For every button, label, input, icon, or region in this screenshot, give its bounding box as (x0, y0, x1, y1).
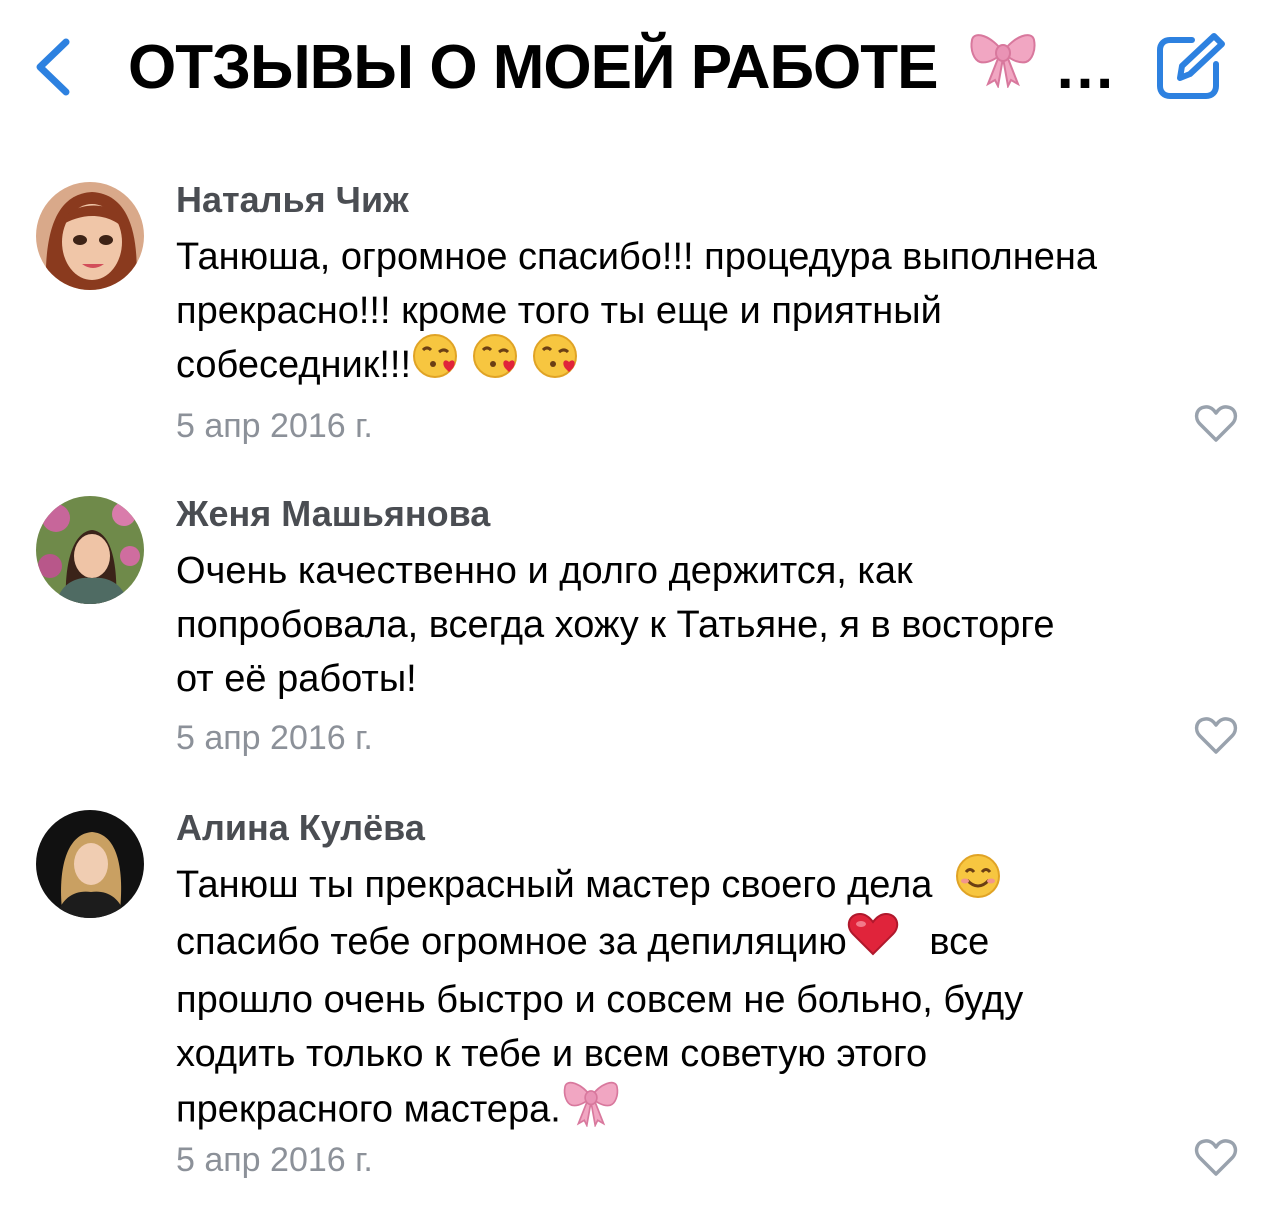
comment-text-line: от её работы! (176, 658, 417, 700)
bow-emoji (561, 1075, 621, 1142)
top-navigation-bar: ОТЗЫВЫ О МОЕЙ РАБОТЕ … (0, 0, 1280, 140)
comment-text-line: прекрасного мастера. (176, 1081, 1246, 1142)
comment-author[interactable]: Женя Машьянова (176, 492, 490, 536)
comment-text-segment: спасибо тебе огромное за депиляцию (176, 921, 847, 964)
comment-date: 5 апр 2016 г. (176, 1141, 373, 1179)
like-button[interactable] (1194, 716, 1238, 756)
avatar[interactable] (36, 182, 144, 290)
kissing-face-heart-emoji (411, 332, 463, 395)
comment-text-line: собеседник!!! (176, 334, 1246, 395)
comment-author[interactable]: Алина Кулёва (176, 806, 425, 850)
heart-outline-icon (1194, 1139, 1238, 1176)
comment-text-segment: все (929, 921, 990, 964)
edit-button[interactable] (1152, 30, 1230, 104)
comment-text: Танюш ты прекрасный мастер своего дела с… (176, 854, 1246, 1142)
avatar[interactable] (36, 496, 144, 604)
comment-date: 5 апр 2016 г. (176, 719, 373, 757)
kissing-face-heart-emoji (531, 332, 583, 395)
kissing-face-heart-emoji (471, 332, 523, 395)
comment-date: 5 апр 2016 г. (176, 407, 373, 445)
comment-text-line: прекрасно!!! кроме того ты еще и приятны… (176, 290, 942, 332)
avatar[interactable] (36, 810, 144, 918)
chevron-left-icon (36, 38, 70, 96)
comment-text: Очень качественно и долго держится, как … (176, 544, 1246, 706)
comment-author[interactable]: Наталья Чиж (176, 178, 409, 222)
heart-outline-icon (1194, 717, 1238, 754)
back-button[interactable] (30, 34, 78, 100)
smiling-face-emoji (953, 852, 1003, 915)
page-title: ОТЗЫВЫ О МОЕЙ РАБОТЕ … (128, 26, 1116, 108)
comment-text-line: прошло очень быстро и совсем не больно, … (176, 978, 1024, 1021)
title-ellipsis: … (1053, 33, 1116, 102)
comment-text-line: Танюш ты прекрасный мастер своего дела (176, 854, 1246, 915)
comment-text-line: Очень качественно и долго держится, как (176, 550, 913, 592)
bow-emoji (968, 26, 1038, 108)
edit-icon (1157, 33, 1225, 99)
red-heart-emoji (847, 910, 899, 973)
heart-outline-icon (1194, 405, 1238, 442)
comment-text-line: ходить только к тебе и всем советую этог… (176, 1032, 928, 1075)
like-button[interactable] (1194, 404, 1238, 444)
like-button[interactable] (1194, 1138, 1238, 1178)
comment-text: Танюша, огромное спасибо!!! процедура вы… (176, 230, 1246, 395)
page-title-text: ОТЗЫВЫ О МОЕЙ РАБОТЕ (128, 33, 938, 102)
comment-text-line: спасибо тебе огромное за депиляцию все (176, 912, 1246, 972)
comment-text-line: Танюша, огромное спасибо!!! процедура вы… (176, 236, 1097, 278)
comment-text-segment: прекрасного мастера. (176, 1088, 561, 1131)
comment-text-segment: Танюш ты прекрасный мастер своего дела (176, 864, 933, 906)
comment-text-segment: собеседник!!! (176, 344, 412, 386)
comment-text-line: попробовала, всегда хожу к Татьяне, я в … (176, 604, 1055, 646)
